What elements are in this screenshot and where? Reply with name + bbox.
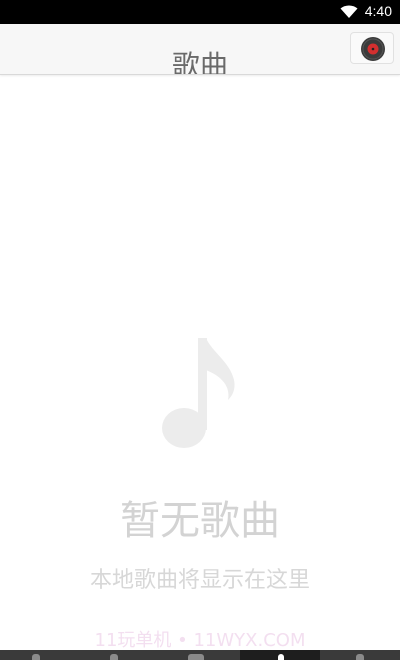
now-playing-button[interactable] [350,32,394,64]
empty-state-title: 暂无歌曲 [120,498,280,544]
page-header: 歌曲 [0,24,400,75]
status-bar: 4:40 [0,0,400,24]
wifi-icon [340,5,358,18]
watermark-text: 11玩单机 • 11WYX.COM [94,630,306,651]
tab-songs[interactable] [240,650,320,660]
status-time: 4:40 [364,3,392,19]
tab-3[interactable] [160,650,240,660]
empty-state-subtitle: 本地歌曲将显示在这里 [89,568,310,593]
page-title: 歌曲 [171,49,228,75]
bottom-tab-bar [0,650,400,660]
vinyl-disc-icon [361,37,385,61]
tab-5[interactable] [320,650,400,660]
music-note-icon [162,338,235,448]
tab-2[interactable] [80,650,160,660]
tab-1[interactable] [0,650,80,660]
